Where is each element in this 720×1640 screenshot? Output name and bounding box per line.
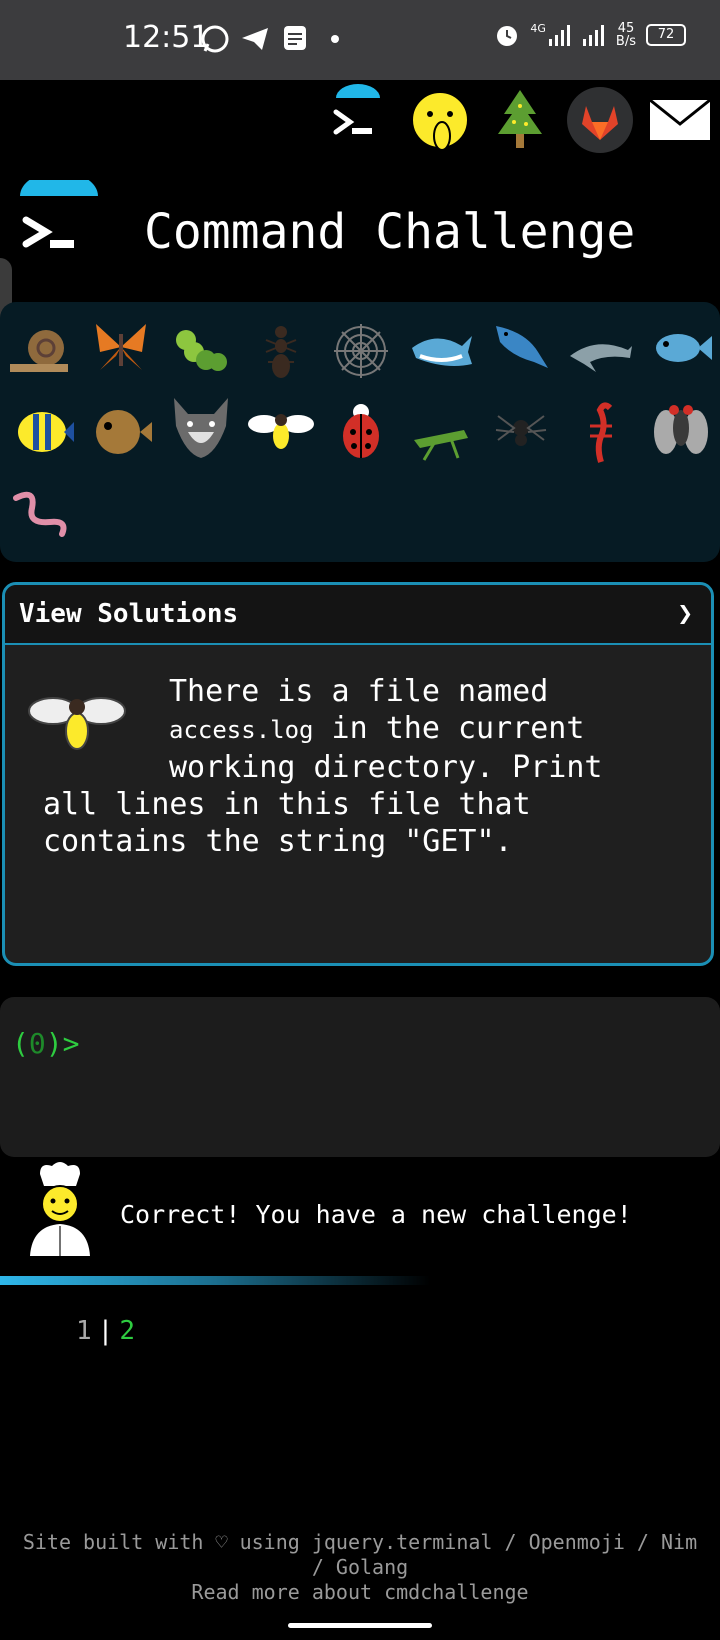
footer: Site built with ♡ using jquery.terminal … [0, 1530, 720, 1605]
prompt-close: )> [45, 1027, 80, 1060]
blowfish-icon[interactable] [86, 396, 156, 466]
challenge-card: View Solutions ❯ There is a file named a… [2, 582, 714, 966]
speed-label: 45 B/s [615, 21, 636, 49]
status-message: Correct! You have a new challenge! [120, 1200, 632, 1229]
telegram-icon [242, 28, 268, 50]
tree-icon[interactable] [484, 84, 556, 156]
prompt-open: ( [12, 1027, 29, 1060]
challenge-line: There is a file named [169, 674, 549, 709]
home-indicator[interactable] [288, 1623, 432, 1628]
signal-icon [582, 25, 604, 46]
alarm-icon [497, 26, 518, 46]
dot-icon [331, 35, 339, 43]
status-bar: 12:51 4G 45 B/s 72 [0, 0, 720, 80]
caterpillar-icon[interactable] [166, 316, 236, 386]
challenge-line: all lines in this file that [43, 787, 531, 822]
view-solutions-label: View Solutions [19, 599, 239, 629]
whale-icon[interactable] [406, 312, 476, 382]
view-solutions-header[interactable]: View Solutions ❯ [5, 585, 711, 645]
whale-icon[interactable] [486, 312, 556, 382]
network-label: 4G [530, 22, 546, 35]
status-time: 12:51 [123, 20, 210, 55]
shushing-face-icon[interactable] [404, 84, 476, 156]
chevron-right-icon[interactable]: ❯ [677, 599, 693, 629]
ant-icon[interactable] [246, 316, 316, 386]
gitlab-icon[interactable] [564, 84, 636, 156]
dolphin-icon[interactable] [566, 316, 636, 386]
lady-beetle-icon[interactable] [326, 396, 396, 466]
page-link[interactable]: 1 [76, 1316, 92, 1346]
prompt-exit-code: 0 [28, 1027, 46, 1060]
scorpion-icon[interactable] [566, 396, 636, 466]
footer-credits: Site built with ♡ using jquery.terminal … [22, 1530, 698, 1554]
terminal-prompt[interactable]: (0)> [12, 1027, 79, 1060]
page-link-current[interactable]: 2 [119, 1316, 135, 1346]
notes-icon [284, 26, 306, 50]
status-right: 4G 45 B/s 72 [494, 22, 686, 48]
signal-icon [548, 25, 570, 46]
challenge-pagination: 1 | 2 [76, 1316, 135, 1346]
animal-grid [0, 302, 720, 562]
fly-icon[interactable] [646, 392, 716, 462]
spider-web-icon[interactable] [326, 316, 396, 386]
snail-icon[interactable] [6, 316, 76, 386]
read-more-link[interactable]: Read more about cmdchallenge [0, 1580, 720, 1605]
worm-icon[interactable] [6, 478, 76, 548]
battery-icon: 72 [646, 24, 686, 46]
challenge-line: contains the string "GET". [43, 824, 513, 859]
cricket-icon[interactable] [406, 400, 476, 470]
fish-icon[interactable] [646, 312, 716, 382]
honeybee-icon[interactable] [246, 396, 316, 466]
challenge-line: working directory. Print [169, 750, 603, 785]
whatsapp-icon [201, 25, 229, 53]
filename-code: access.log [169, 716, 314, 744]
butterfly-icon[interactable] [86, 312, 156, 382]
wolf-icon[interactable] [166, 392, 236, 462]
terminal[interactable]: (0)> [0, 997, 720, 1157]
page-separator: | [97, 1316, 114, 1346]
challenge-line: access.log in the current [43, 710, 683, 749]
terminal-icon[interactable] [322, 84, 394, 156]
chef-icon [30, 1162, 90, 1256]
challenge-text: There is a file named access.log in the … [43, 673, 683, 860]
progress-bar [0, 1276, 430, 1285]
tropical-fish-icon[interactable] [6, 396, 76, 466]
logo-terminal-icon [20, 180, 98, 248]
footer-credits: / Golang [311, 1555, 409, 1579]
spider-icon[interactable] [486, 396, 556, 466]
challenge-line: in the current [313, 711, 585, 746]
envelope-icon[interactable] [644, 84, 716, 156]
page-title: Command Challenge [144, 204, 636, 260]
